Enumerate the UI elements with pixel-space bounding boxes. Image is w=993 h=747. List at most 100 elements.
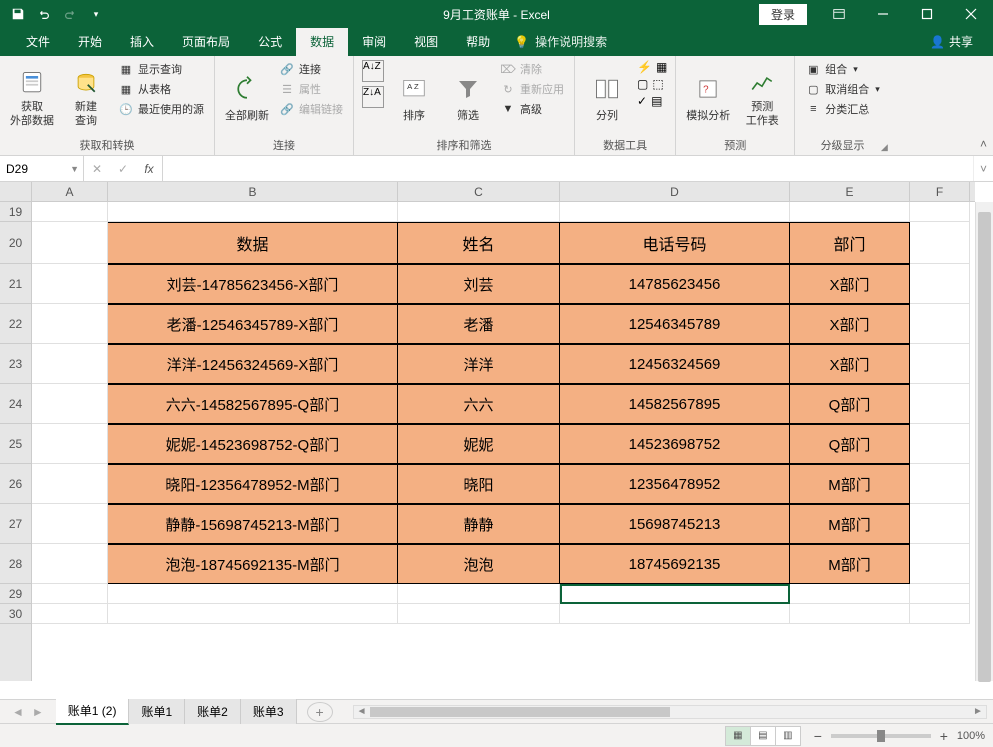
- formula-input[interactable]: [163, 156, 973, 181]
- ungroup-button[interactable]: ▢取消组合▾: [803, 80, 882, 98]
- forecast-sheet-button[interactable]: 预测 工作表: [738, 60, 786, 135]
- cell[interactable]: X部门: [790, 344, 910, 384]
- row-header[interactable]: 25: [0, 424, 31, 464]
- cell[interactable]: 晓阳: [398, 464, 560, 504]
- cell[interactable]: 14523698752: [560, 424, 790, 464]
- cell[interactable]: 静静-15698745213-M部门: [108, 504, 398, 544]
- cell[interactable]: Q部门: [790, 424, 910, 464]
- group-button[interactable]: ▣组合▾: [803, 60, 882, 78]
- cell[interactable]: [32, 304, 108, 344]
- tab-file[interactable]: 文件: [12, 27, 64, 56]
- cell[interactable]: 14582567895: [560, 384, 790, 424]
- cell[interactable]: [32, 604, 108, 624]
- cell[interactable]: [790, 202, 910, 222]
- col-header-b[interactable]: B: [108, 182, 398, 201]
- filter-button[interactable]: 筛选: [444, 60, 492, 135]
- col-header-a[interactable]: A: [32, 182, 108, 201]
- sheet-tab-3[interactable]: 账单2: [185, 699, 241, 724]
- row-header[interactable]: 20: [0, 222, 31, 264]
- sheet-nav-next-icon[interactable]: ►: [32, 705, 44, 719]
- cell[interactable]: [790, 604, 910, 624]
- cell[interactable]: 老潘: [398, 304, 560, 344]
- recent-sources-button[interactable]: 🕒最近使用的源: [116, 100, 206, 118]
- undo-icon[interactable]: [32, 3, 56, 25]
- cell[interactable]: [32, 584, 108, 604]
- view-page-break-icon[interactable]: ▥: [775, 726, 801, 746]
- subtotal-button[interactable]: ≡分类汇总: [803, 100, 882, 118]
- cell[interactable]: [910, 344, 970, 384]
- from-table-button[interactable]: ▦从表格: [116, 80, 206, 98]
- select-all-corner[interactable]: [0, 182, 32, 202]
- hscroll-thumb[interactable]: [370, 707, 670, 717]
- sheet-tab-4[interactable]: 账单3: [241, 699, 297, 724]
- cell[interactable]: [108, 604, 398, 624]
- row-header[interactable]: 19: [0, 202, 31, 222]
- tab-view[interactable]: 视图: [400, 27, 452, 56]
- login-button[interactable]: 登录: [759, 4, 807, 25]
- cell[interactable]: 泡泡-18745692135-M部门: [108, 544, 398, 584]
- row-header[interactable]: 22: [0, 304, 31, 344]
- advanced-filter-button[interactable]: ▼高级: [498, 100, 566, 118]
- hscroll-right-icon[interactable]: ►: [970, 706, 986, 717]
- cell[interactable]: [910, 504, 970, 544]
- row-header[interactable]: 21: [0, 264, 31, 304]
- new-query-button[interactable]: 新建 查询: [62, 60, 110, 135]
- cell[interactable]: 洋洋: [398, 344, 560, 384]
- cell[interactable]: 部门: [790, 222, 910, 264]
- cell[interactable]: [32, 344, 108, 384]
- cell[interactable]: 电话号码: [560, 222, 790, 264]
- show-queries-button[interactable]: ▦显示查询: [116, 60, 206, 78]
- cell[interactable]: [108, 202, 398, 222]
- sort-desc-icon[interactable]: Z↓A: [362, 86, 384, 108]
- hscroll-left-icon[interactable]: ◄: [354, 706, 370, 717]
- collapse-ribbon-icon[interactable]: ˄: [980, 137, 987, 151]
- connections-button[interactable]: 🔗连接: [277, 60, 345, 78]
- cell[interactable]: 12546345789: [560, 304, 790, 344]
- cell[interactable]: [398, 584, 560, 604]
- cell[interactable]: [910, 222, 970, 264]
- cell[interactable]: 刘芸-14785623456-X部门: [108, 264, 398, 304]
- col-header-c[interactable]: C: [398, 182, 560, 201]
- new-sheet-button[interactable]: +: [307, 702, 333, 722]
- view-page-layout-icon[interactable]: ▤: [750, 726, 776, 746]
- cell[interactable]: [32, 464, 108, 504]
- zoom-slider[interactable]: [831, 734, 931, 738]
- col-header-f[interactable]: F: [910, 182, 970, 201]
- expand-formula-bar-icon[interactable]: ˅: [973, 156, 993, 181]
- cells-area[interactable]: 数据姓名电话号码部门刘芸-14785623456-X部门刘芸1478562345…: [32, 202, 975, 681]
- row-header[interactable]: 29: [0, 584, 31, 604]
- zoom-in-button[interactable]: +: [937, 728, 951, 744]
- tab-review[interactable]: 审阅: [348, 27, 400, 56]
- name-box[interactable]: D29 ▼: [0, 156, 84, 181]
- zoom-out-button[interactable]: −: [811, 728, 825, 744]
- cell[interactable]: 洋洋-12456324569-X部门: [108, 344, 398, 384]
- whatif-button[interactable]: ? 模拟分析: [684, 60, 732, 135]
- sheet-nav-prev-icon[interactable]: ◄: [12, 705, 24, 719]
- cell[interactable]: [910, 544, 970, 584]
- cell[interactable]: [560, 584, 790, 604]
- cell[interactable]: [910, 202, 970, 222]
- cell[interactable]: 静静: [398, 504, 560, 544]
- horizontal-scrollbar[interactable]: ◄ ►: [353, 705, 987, 719]
- cell[interactable]: M部门: [790, 544, 910, 584]
- cell[interactable]: 14785623456: [560, 264, 790, 304]
- fx-icon[interactable]: fx: [136, 162, 162, 176]
- cell[interactable]: [32, 504, 108, 544]
- cell[interactable]: [32, 264, 108, 304]
- cell[interactable]: M部门: [790, 464, 910, 504]
- cell[interactable]: 数据: [108, 222, 398, 264]
- flash-fill-icon[interactable]: ⚡: [637, 60, 652, 74]
- cell[interactable]: [32, 544, 108, 584]
- cell[interactable]: 老潘-12546345789-X部门: [108, 304, 398, 344]
- col-header-d[interactable]: D: [560, 182, 790, 201]
- cell[interactable]: 妮妮: [398, 424, 560, 464]
- cell[interactable]: [910, 384, 970, 424]
- data-model-icon[interactable]: ▤: [651, 94, 662, 108]
- cell[interactable]: 六六: [398, 384, 560, 424]
- share-button[interactable]: 👤 共享: [922, 27, 981, 56]
- tab-layout[interactable]: 页面布局: [168, 27, 244, 56]
- data-validation-icon[interactable]: ✓: [637, 94, 647, 108]
- cell[interactable]: [32, 424, 108, 464]
- cell[interactable]: [910, 304, 970, 344]
- refresh-all-button[interactable]: 全部刷新: [223, 60, 271, 135]
